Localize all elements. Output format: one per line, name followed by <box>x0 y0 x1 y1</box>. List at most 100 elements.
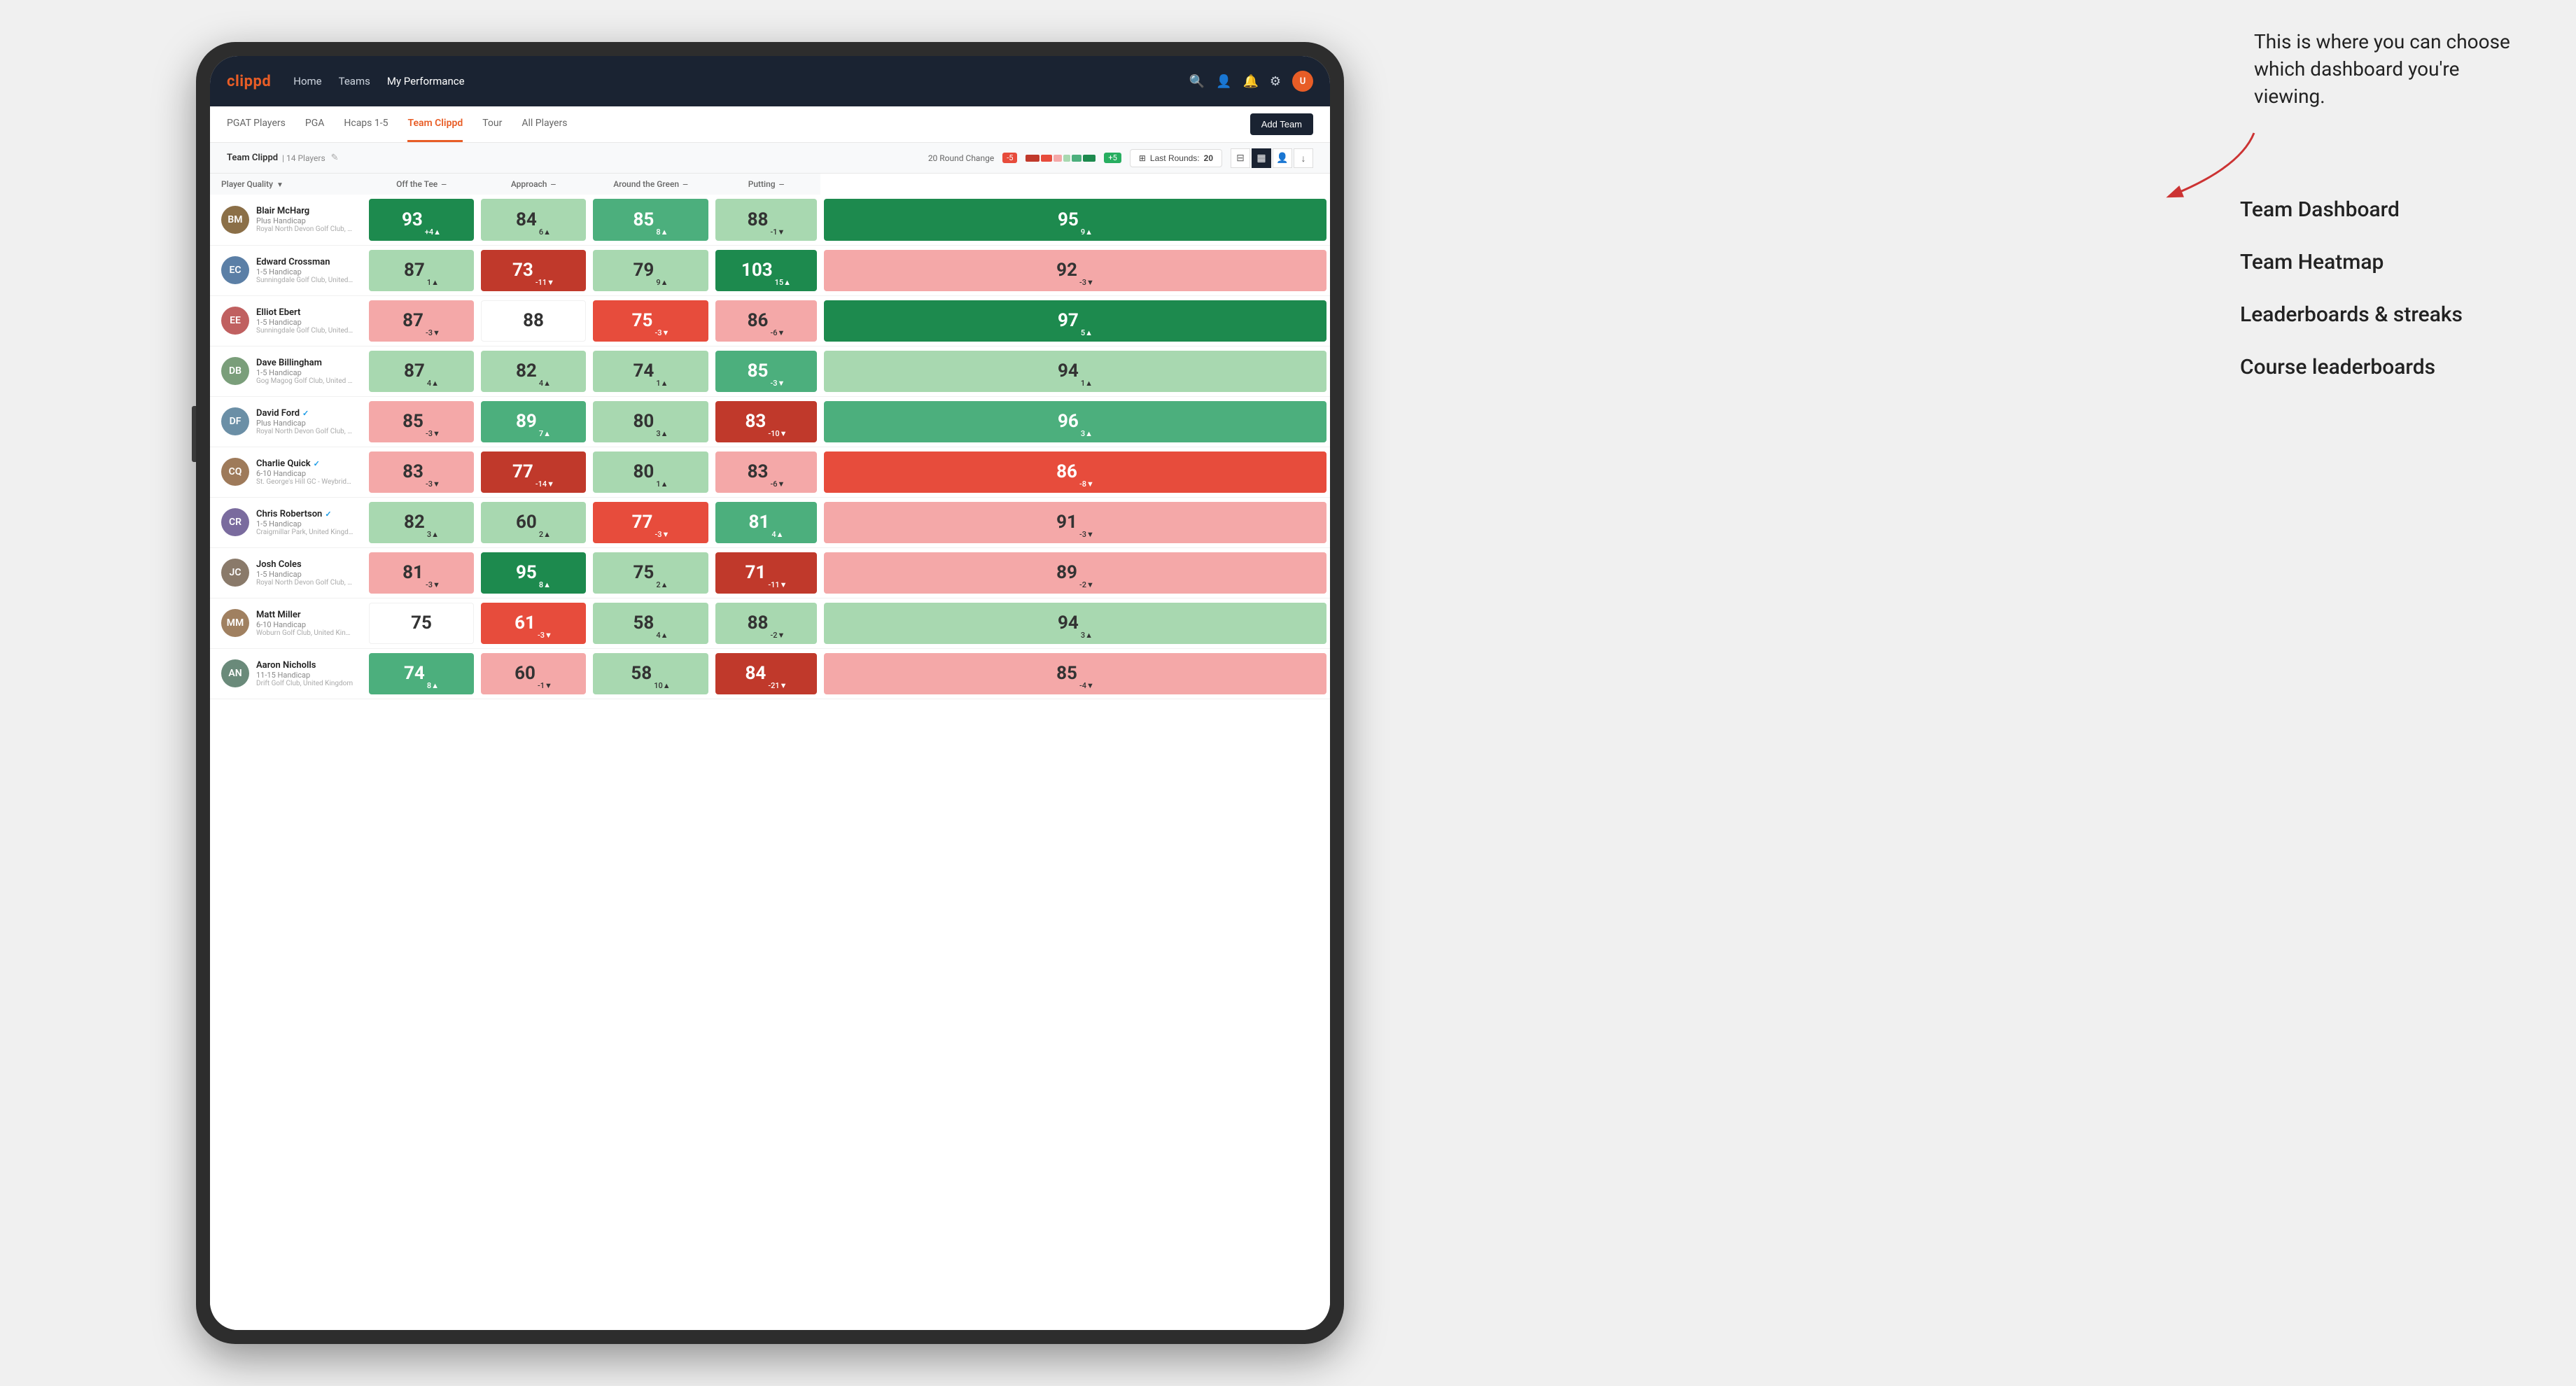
score-value: 75 <box>411 612 432 634</box>
score-cell-player-quality: 85-4▼ <box>820 648 1330 699</box>
table-row[interactable]: DFDavid Ford ✓Plus HandicapRoyal North D… <box>210 396 1330 447</box>
player-cell[interactable]: JCJosh Coles1-5 HandicapRoyal North Devo… <box>210 547 365 598</box>
view-person-button[interactable]: 👤 <box>1273 148 1292 168</box>
tab-all-players[interactable]: All Players <box>522 106 567 142</box>
score-cell-around_green: 77-3▼ <box>589 497 712 547</box>
score-box: 943▲ <box>824 603 1326 644</box>
score-box: 87-3▼ <box>369 300 474 342</box>
player-cell[interactable]: DFDavid Ford ✓Plus HandicapRoyal North D… <box>210 396 365 447</box>
table-row[interactable]: JCJosh Coles1-5 HandicapRoyal North Devo… <box>210 547 1330 598</box>
player-cell[interactable]: DBDave Billingham1-5 HandicapGog Magog G… <box>210 346 365 396</box>
player-cell[interactable]: BMBlair McHargPlus HandicapRoyal North D… <box>210 195 365 245</box>
tab-pgat-players[interactable]: PGAT Players <box>227 106 286 142</box>
player-cell[interactable]: CR Chris Robertson ✓1-5 HandicapCraigmill… <box>210 497 365 547</box>
score-change: 5▲ <box>1081 328 1093 342</box>
score-value: 85 <box>402 411 424 432</box>
add-team-button[interactable]: Add Team <box>1250 113 1313 135</box>
bell-icon[interactable]: 🔔 <box>1242 74 1258 89</box>
score-box: 93+4▲ <box>369 199 474 241</box>
col-header-around-green[interactable]: Around the Green — <box>589 174 712 195</box>
top-nav: clippd Home Teams My Performance 🔍 👤 🔔 ⚙… <box>210 56 1330 106</box>
avatar[interactable]: U <box>1292 71 1313 92</box>
tab-team-clippd[interactable]: Team Clippd <box>407 106 463 142</box>
table-row[interactable]: DBDave Billingham1-5 HandicapGog Magog G… <box>210 346 1330 396</box>
score-box: 823▲ <box>369 502 474 543</box>
player-handicap: 1-5 Handicap <box>256 368 354 377</box>
team-info-row: Team Clippd | 14 Players ✎ 20 Round Chan… <box>210 143 1330 174</box>
score-box: 897▲ <box>481 401 586 442</box>
view-grid-button[interactable]: ⊟ <box>1231 148 1250 168</box>
table-row[interactable]: ECEdward Crossman1-5 HandicapSunningdale… <box>210 245 1330 295</box>
view-icons: ⊟ ▦ 👤 ↓ <box>1231 148 1313 168</box>
score-change: -1▼ <box>538 681 552 694</box>
nav-item-performance[interactable]: My Performance <box>387 72 465 90</box>
score-cell-around_green: 75-3▼ <box>589 295 712 346</box>
score-cell-around_green: 858▲ <box>589 195 712 245</box>
col-header-player[interactable]: Player Quality ▼ <box>210 174 365 195</box>
nav-item-home[interactable]: Home <box>293 72 321 90</box>
tab-hcaps[interactable]: Hcaps 1-5 <box>344 106 388 142</box>
player-info: Chris Robertson ✓1-5 HandicapCraigmillar… <box>256 509 354 536</box>
score-change: -2▼ <box>1079 580 1094 594</box>
player-club: Drift Golf Club, United Kingdom <box>256 680 353 687</box>
player-handicap: 1-5 Handicap <box>256 267 354 276</box>
player-cell[interactable]: MMMatt Miller6-10 HandicapWoburn Golf Cl… <box>210 598 365 648</box>
score-cell-approach: 958▲ <box>477 547 589 598</box>
col-header-off-tee[interactable]: Off the Tee — <box>365 174 477 195</box>
player-club: Gog Magog Golf Club, United Kingdom <box>256 377 354 385</box>
user-icon[interactable]: 👤 <box>1216 74 1231 89</box>
table-row[interactable]: BMBlair McHargPlus HandicapRoyal North D… <box>210 195 1330 245</box>
score-change: 10▲ <box>654 681 670 694</box>
score-value: 85 <box>748 360 769 382</box>
score-value: 85 <box>1056 663 1077 684</box>
table-row[interactable]: MMMatt Miller6-10 HandicapWoburn Golf Cl… <box>210 598 1330 648</box>
view-download-button[interactable]: ↓ <box>1294 148 1313 168</box>
last-rounds-button[interactable]: ⊞ Last Rounds: 20 <box>1130 149 1222 167</box>
tab-pga[interactable]: PGA <box>305 106 325 142</box>
player-name: Edward Crossman <box>256 257 354 267</box>
score-change: 3▲ <box>1081 429 1093 442</box>
score-box: 748▲ <box>369 653 474 694</box>
player-cell[interactable]: EEElliot Ebert1-5 HandicapSunningdale Go… <box>210 295 365 346</box>
score-cell-putting: 10315▲ <box>712 245 820 295</box>
col-header-putting[interactable]: Putting — <box>712 174 820 195</box>
score-box: 602▲ <box>481 502 586 543</box>
score-value: 87 <box>404 260 425 281</box>
tab-tour[interactable]: Tour <box>482 106 502 142</box>
score-change: 8▲ <box>656 227 668 241</box>
annotation-item-heatmap: Team Heatmap <box>2240 248 2534 276</box>
annotation-item-dashboard: Team Dashboard <box>2240 196 2534 223</box>
score-cell-putting: 814▲ <box>712 497 820 547</box>
avatar: CR <box>221 508 249 536</box>
table-row[interactable]: CQCharlie Quick ✓6-10 HandicapSt. George… <box>210 447 1330 497</box>
score-cell-off_tee: 85-3▼ <box>365 396 477 447</box>
nav-items: Home Teams My Performance <box>293 72 1189 90</box>
player-cell[interactable]: CQCharlie Quick ✓6-10 HandicapSt. George… <box>210 447 365 497</box>
settings-icon[interactable]: ⚙ <box>1270 74 1281 89</box>
score-cell-around_green: 741▲ <box>589 346 712 396</box>
score-change: -4▼ <box>1079 681 1094 694</box>
table-row[interactable]: CR Chris Robertson ✓1-5 HandicapCraigmill… <box>210 497 1330 547</box>
player-handicap: 6-10 Handicap <box>256 469 354 478</box>
player-cell[interactable]: ECEdward Crossman1-5 HandicapSunningdale… <box>210 245 365 295</box>
table-row[interactable]: ANAaron Nicholls11-15 HandicapDrift Golf… <box>210 648 1330 699</box>
score-change: -21▼ <box>768 681 787 694</box>
score-cell-player-quality: 963▲ <box>820 396 1330 447</box>
nav-item-teams[interactable]: Teams <box>339 72 370 90</box>
player-cell[interactable]: ANAaron Nicholls11-15 HandicapDrift Golf… <box>210 648 365 699</box>
table-row[interactable]: EEElliot Ebert1-5 HandicapSunningdale Go… <box>210 295 1330 346</box>
search-icon[interactable]: 🔍 <box>1189 74 1205 89</box>
score-cell-player-quality: 941▲ <box>820 346 1330 396</box>
col-header-approach[interactable]: Approach — <box>477 174 589 195</box>
view-heatmap-button[interactable]: ▦ <box>1252 148 1271 168</box>
score-box: 83-3▼ <box>369 451 474 493</box>
score-value: 60 <box>516 512 537 533</box>
edit-icon[interactable]: ✎ <box>331 153 339 163</box>
score-box: 86-8▼ <box>824 451 1326 493</box>
score-value: 91 <box>1056 512 1077 533</box>
player-info: Matt Miller6-10 HandicapWoburn Golf Club… <box>256 610 354 637</box>
score-cell-putting: 88-1▼ <box>712 195 820 245</box>
score-box: 83-6▼ <box>715 451 817 493</box>
avatar: DF <box>221 407 249 435</box>
annotation-intro: This is where you can choose which dashb… <box>2254 28 2520 111</box>
